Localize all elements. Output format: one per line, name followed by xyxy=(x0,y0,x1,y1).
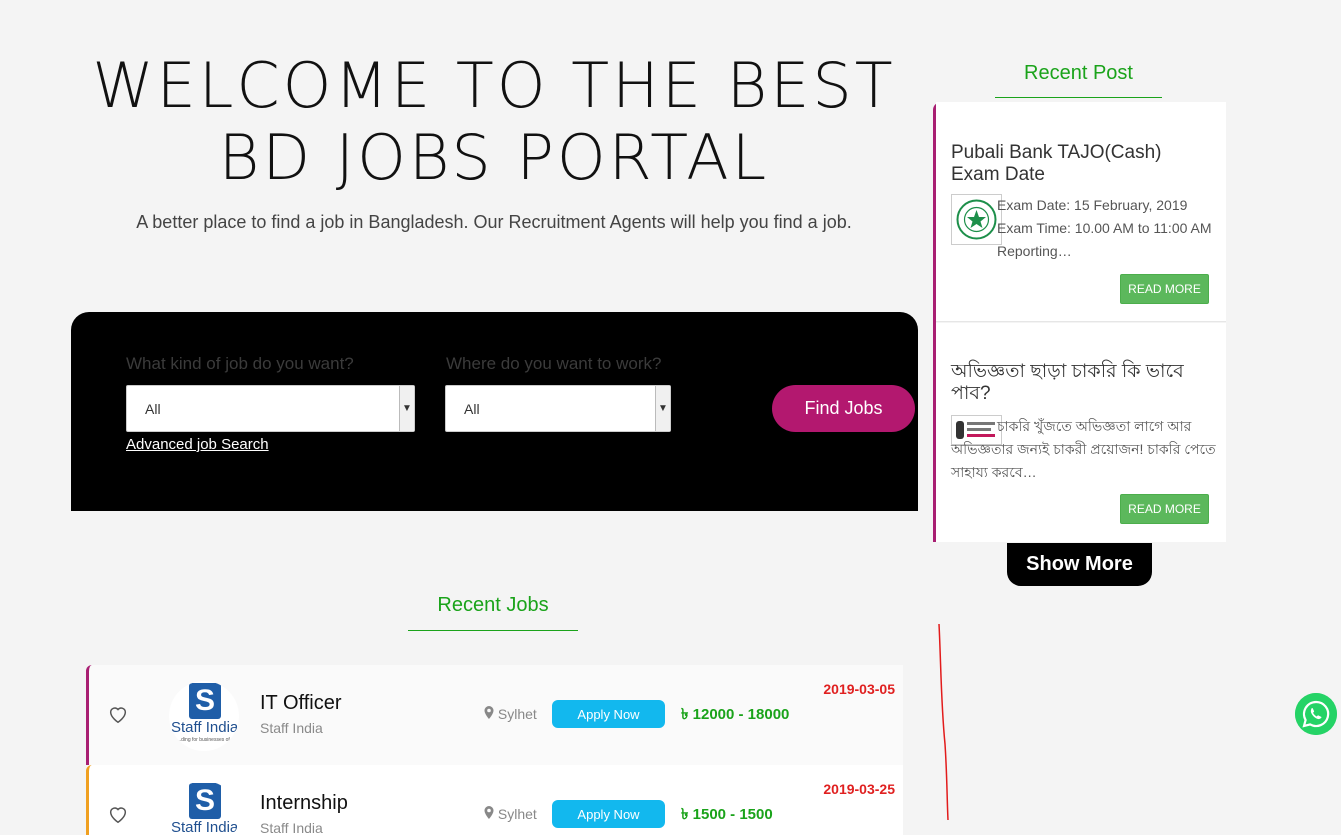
heart-icon[interactable] xyxy=(107,703,129,725)
job-type-value: All xyxy=(145,401,161,417)
staff-india-mark: S xyxy=(189,783,221,819)
apply-now-button[interactable]: Apply Now xyxy=(552,800,665,828)
job-type-select[interactable]: All ▼ xyxy=(126,385,415,432)
location-label: Where do you want to work? xyxy=(446,354,662,373)
logo-tagline: ...ding for businesses of all xyxy=(177,737,237,743)
location-pin-icon xyxy=(484,706,494,719)
hero-subtitle: A better place to find a job in Banglade… xyxy=(136,212,852,232)
company-logo: S Staff India ...ding for businesses of … xyxy=(169,681,239,751)
job-company: Staff India xyxy=(260,720,323,736)
job-title[interactable]: Internship xyxy=(260,792,348,815)
job-location: Sylhet xyxy=(484,806,537,822)
job-date: 2019-03-05 xyxy=(823,681,895,697)
whatsapp-icon xyxy=(1295,693,1337,735)
job-date: 2019-03-25 xyxy=(823,781,895,797)
logo-text: Staff India xyxy=(171,819,239,835)
recent-post-heading-text: Recent Post xyxy=(1024,62,1133,84)
chevron-down-icon: ▼ xyxy=(399,386,414,431)
read-more-button[interactable]: READ MORE xyxy=(1120,494,1209,524)
recent-post-heading: Recent Post xyxy=(995,62,1162,98)
read-more-button[interactable]: READ MORE xyxy=(1120,274,1209,304)
show-more-button[interactable]: Show More xyxy=(1007,543,1152,586)
whatsapp-button[interactable] xyxy=(1295,693,1337,735)
post-excerpt: চাকরি খুঁজতে অভিজ্ঞতা লাগে আর অভিজ্ঞতার … xyxy=(951,415,1216,484)
recent-jobs-heading-text: Recent Jobs xyxy=(437,594,549,616)
hero-title-line-2: BD JOBS PORTAL xyxy=(218,121,770,194)
heart-icon[interactable] xyxy=(107,803,129,825)
job-row[interactable]: S Staff India Internship Staff India Syl… xyxy=(86,765,903,835)
job-location-text: Sylhet xyxy=(497,806,537,822)
staff-india-mark: S xyxy=(189,683,221,719)
post-excerpt-text: চাকরি খুঁজতে অভিজ্ঞতা লাগে আর অভিজ্ঞতার … xyxy=(951,418,1216,480)
job-search-panel: What kind of job do you want? All ▼ Wher… xyxy=(71,312,918,511)
recent-jobs-heading: Recent Jobs xyxy=(408,594,578,631)
job-type-label: What kind of job do you want? xyxy=(126,354,354,373)
location-value: All xyxy=(464,401,480,417)
recent-posts-panel: Pubali Bank TAJO(Cash) Exam Date Exam Da… xyxy=(933,102,1226,542)
location-pin-icon xyxy=(484,806,494,819)
post-title[interactable]: অভিজ্ঞতা ছাড়া চাকরি কি ভাবে পাব? xyxy=(951,361,1211,405)
apply-now-button[interactable]: Apply Now xyxy=(552,700,665,728)
post-card: Pubali Bank TAJO(Cash) Exam Date Exam Da… xyxy=(936,102,1226,322)
post-excerpt: Exam Date: 15 February, 2019 Exam Time: … xyxy=(997,197,1212,259)
post-title[interactable]: Pubali Bank TAJO(Cash) Exam Date xyxy=(951,142,1211,186)
heading-underline xyxy=(408,630,578,631)
job-row[interactable]: S Staff India ...ding for businesses of … xyxy=(86,665,903,765)
find-jobs-button[interactable]: Find Jobs xyxy=(772,385,915,432)
location-select[interactable]: All ▼ xyxy=(445,385,671,432)
hero-title: WELCOME TO THE BEST BD JOBS PORTAL xyxy=(70,50,918,194)
job-location: Sylhet xyxy=(484,706,537,722)
job-salary: ৳ 1500 - 1500 xyxy=(681,806,773,823)
job-title[interactable]: IT Officer xyxy=(260,692,342,715)
logo-text: Staff India xyxy=(171,719,239,736)
red-annotation-line xyxy=(938,624,949,821)
job-location-text: Sylhet xyxy=(497,706,537,722)
hero-title-line-1: WELCOME TO THE BEST xyxy=(92,49,896,122)
job-salary: ৳ 12000 - 18000 xyxy=(681,706,790,723)
chevron-down-icon: ▼ xyxy=(655,386,670,431)
post-card: অভিজ্ঞতা ছাড়া চাকরি কি ভাবে পাব? চাকরি … xyxy=(936,323,1226,542)
job-company: Staff India xyxy=(260,820,323,835)
heading-underline xyxy=(995,97,1162,98)
advanced-search-link[interactable]: Advanced job Search xyxy=(126,436,269,453)
company-logo: S Staff India xyxy=(169,781,239,835)
